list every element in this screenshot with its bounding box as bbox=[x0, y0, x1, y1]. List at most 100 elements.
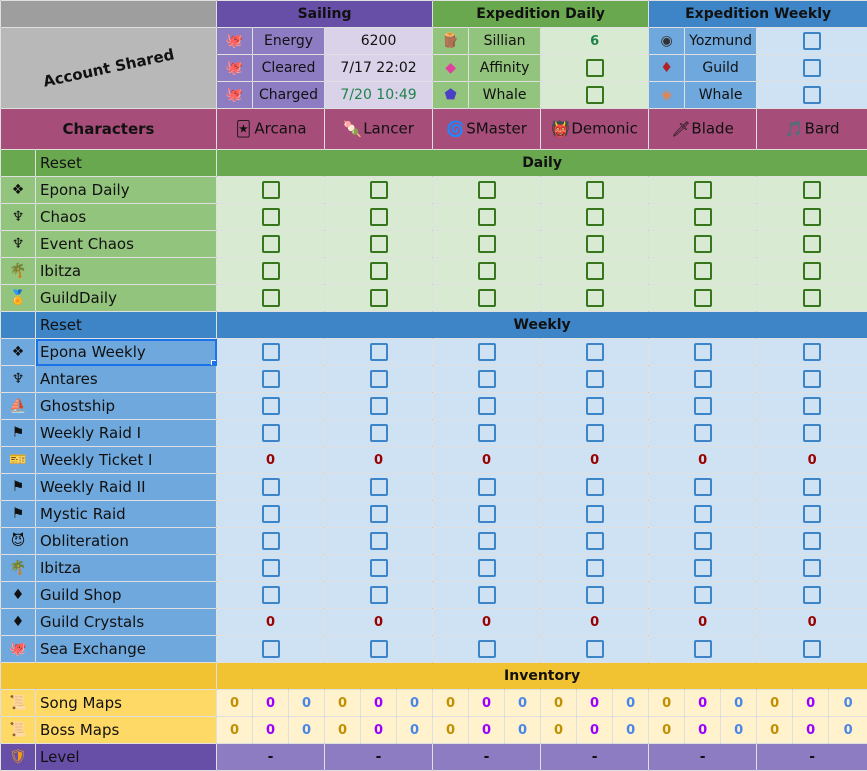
count-value[interactable]: 0 bbox=[808, 453, 817, 468]
checkbox[interactable] bbox=[478, 505, 496, 523]
inventory-count[interactable]: 0 bbox=[577, 717, 613, 744]
checkbox[interactable] bbox=[586, 181, 604, 199]
checkbox[interactable] bbox=[803, 32, 821, 50]
checkbox[interactable] bbox=[478, 532, 496, 550]
inventory-count[interactable]: 0 bbox=[757, 690, 793, 717]
character-demonic[interactable]: 👹Demonic bbox=[541, 109, 649, 150]
checkbox[interactable] bbox=[262, 424, 280, 442]
checkbox[interactable] bbox=[262, 586, 280, 604]
checkbox[interactable] bbox=[262, 532, 280, 550]
checkbox[interactable] bbox=[803, 208, 821, 226]
checkbox[interactable] bbox=[694, 343, 712, 361]
count-value[interactable]: 0 bbox=[808, 615, 817, 630]
inventory-count[interactable]: 0 bbox=[217, 717, 253, 744]
inventory-count[interactable]: 0 bbox=[613, 690, 649, 717]
checkbox[interactable] bbox=[262, 181, 280, 199]
checkbox[interactable] bbox=[262, 262, 280, 280]
count-value[interactable]: 0 bbox=[266, 615, 275, 630]
checkbox[interactable] bbox=[803, 559, 821, 577]
task-name[interactable]: Chaos bbox=[36, 204, 217, 231]
level-value[interactable]: - bbox=[217, 744, 325, 771]
checkbox[interactable] bbox=[803, 289, 821, 307]
inventory-count[interactable]: 0 bbox=[541, 717, 577, 744]
task-name[interactable]: GuildDaily bbox=[36, 285, 217, 312]
checkbox[interactable] bbox=[586, 86, 604, 104]
inventory-count[interactable]: 0 bbox=[613, 717, 649, 744]
inventory-count[interactable]: 0 bbox=[685, 717, 721, 744]
inventory-count[interactable]: 0 bbox=[577, 690, 613, 717]
checkbox[interactable] bbox=[478, 640, 496, 658]
checkbox[interactable] bbox=[803, 86, 821, 104]
checkbox[interactable] bbox=[803, 478, 821, 496]
checkbox[interactable] bbox=[694, 559, 712, 577]
checkbox[interactable] bbox=[586, 343, 604, 361]
character-blade[interactable]: 🗡Blade bbox=[649, 109, 757, 150]
checkbox[interactable] bbox=[694, 181, 712, 199]
checkbox[interactable] bbox=[478, 586, 496, 604]
inventory-count[interactable]: 0 bbox=[505, 690, 541, 717]
checkbox[interactable] bbox=[803, 586, 821, 604]
checkbox[interactable] bbox=[586, 397, 604, 415]
inventory-count[interactable]: 0 bbox=[757, 717, 793, 744]
count-value[interactable]: 0 bbox=[374, 453, 383, 468]
inventory-count[interactable]: 0 bbox=[217, 690, 253, 717]
inventory-count[interactable]: 0 bbox=[649, 690, 685, 717]
checkbox[interactable] bbox=[694, 424, 712, 442]
inventory-count[interactable]: 0 bbox=[253, 690, 289, 717]
checkbox[interactable] bbox=[803, 532, 821, 550]
inventory-count[interactable]: 0 bbox=[433, 690, 469, 717]
count-value[interactable]: 0 bbox=[590, 615, 599, 630]
checkbox[interactable] bbox=[803, 370, 821, 388]
checkbox[interactable] bbox=[694, 370, 712, 388]
inventory-count[interactable]: 0 bbox=[541, 690, 577, 717]
task-name[interactable]: Obliteration bbox=[36, 528, 217, 555]
checkbox[interactable] bbox=[586, 370, 604, 388]
checkbox[interactable] bbox=[370, 586, 388, 604]
level-value[interactable]: - bbox=[757, 744, 867, 771]
character-bard[interactable]: 🎵Bard bbox=[757, 109, 867, 150]
inventory-count[interactable]: 0 bbox=[505, 717, 541, 744]
task-name[interactable]: Ibitza bbox=[36, 555, 217, 582]
checkbox[interactable] bbox=[478, 559, 496, 577]
inventory-count[interactable]: 0 bbox=[325, 690, 361, 717]
inventory-count[interactable]: 0 bbox=[721, 717, 757, 744]
character-lancer[interactable]: 🍡Lancer bbox=[325, 109, 433, 150]
checkbox[interactable] bbox=[803, 181, 821, 199]
inventory-count[interactable]: 0 bbox=[793, 717, 829, 744]
checkbox[interactable] bbox=[370, 262, 388, 280]
level-value[interactable]: - bbox=[649, 744, 757, 771]
checkbox[interactable] bbox=[478, 370, 496, 388]
sailing-value[interactable]: 6200 bbox=[325, 28, 433, 55]
checkbox[interactable] bbox=[478, 478, 496, 496]
checkbox[interactable] bbox=[262, 505, 280, 523]
inventory-count[interactable]: 0 bbox=[793, 690, 829, 717]
checkbox[interactable] bbox=[478, 235, 496, 253]
checkbox[interactable] bbox=[370, 532, 388, 550]
sailing-value[interactable]: 7/20 10:49 bbox=[325, 82, 433, 109]
task-name[interactable]: Weekly Raid I bbox=[36, 420, 217, 447]
checkbox[interactable] bbox=[586, 424, 604, 442]
checkbox[interactable] bbox=[694, 289, 712, 307]
checkbox[interactable] bbox=[694, 532, 712, 550]
checkbox[interactable] bbox=[694, 586, 712, 604]
inventory-count[interactable]: 0 bbox=[721, 690, 757, 717]
inventory-count[interactable]: 0 bbox=[361, 717, 397, 744]
inventory-count[interactable]: 0 bbox=[397, 690, 433, 717]
checkbox[interactable] bbox=[370, 505, 388, 523]
checkbox[interactable] bbox=[370, 559, 388, 577]
checkbox[interactable] bbox=[262, 235, 280, 253]
checkbox[interactable] bbox=[586, 235, 604, 253]
inventory-count[interactable]: 0 bbox=[253, 717, 289, 744]
count-value[interactable]: 0 bbox=[266, 453, 275, 468]
task-name[interactable]: Sea Exchange bbox=[36, 636, 217, 663]
checkbox[interactable] bbox=[370, 208, 388, 226]
checkbox[interactable] bbox=[803, 343, 821, 361]
checkbox[interactable] bbox=[478, 181, 496, 199]
checkbox[interactable] bbox=[803, 640, 821, 658]
level-value[interactable]: - bbox=[325, 744, 433, 771]
checkbox[interactable] bbox=[694, 235, 712, 253]
character-arcana[interactable]: 🃏Arcana bbox=[217, 109, 325, 150]
checkbox[interactable] bbox=[478, 208, 496, 226]
inventory-count[interactable]: 0 bbox=[649, 717, 685, 744]
checkbox[interactable] bbox=[262, 343, 280, 361]
